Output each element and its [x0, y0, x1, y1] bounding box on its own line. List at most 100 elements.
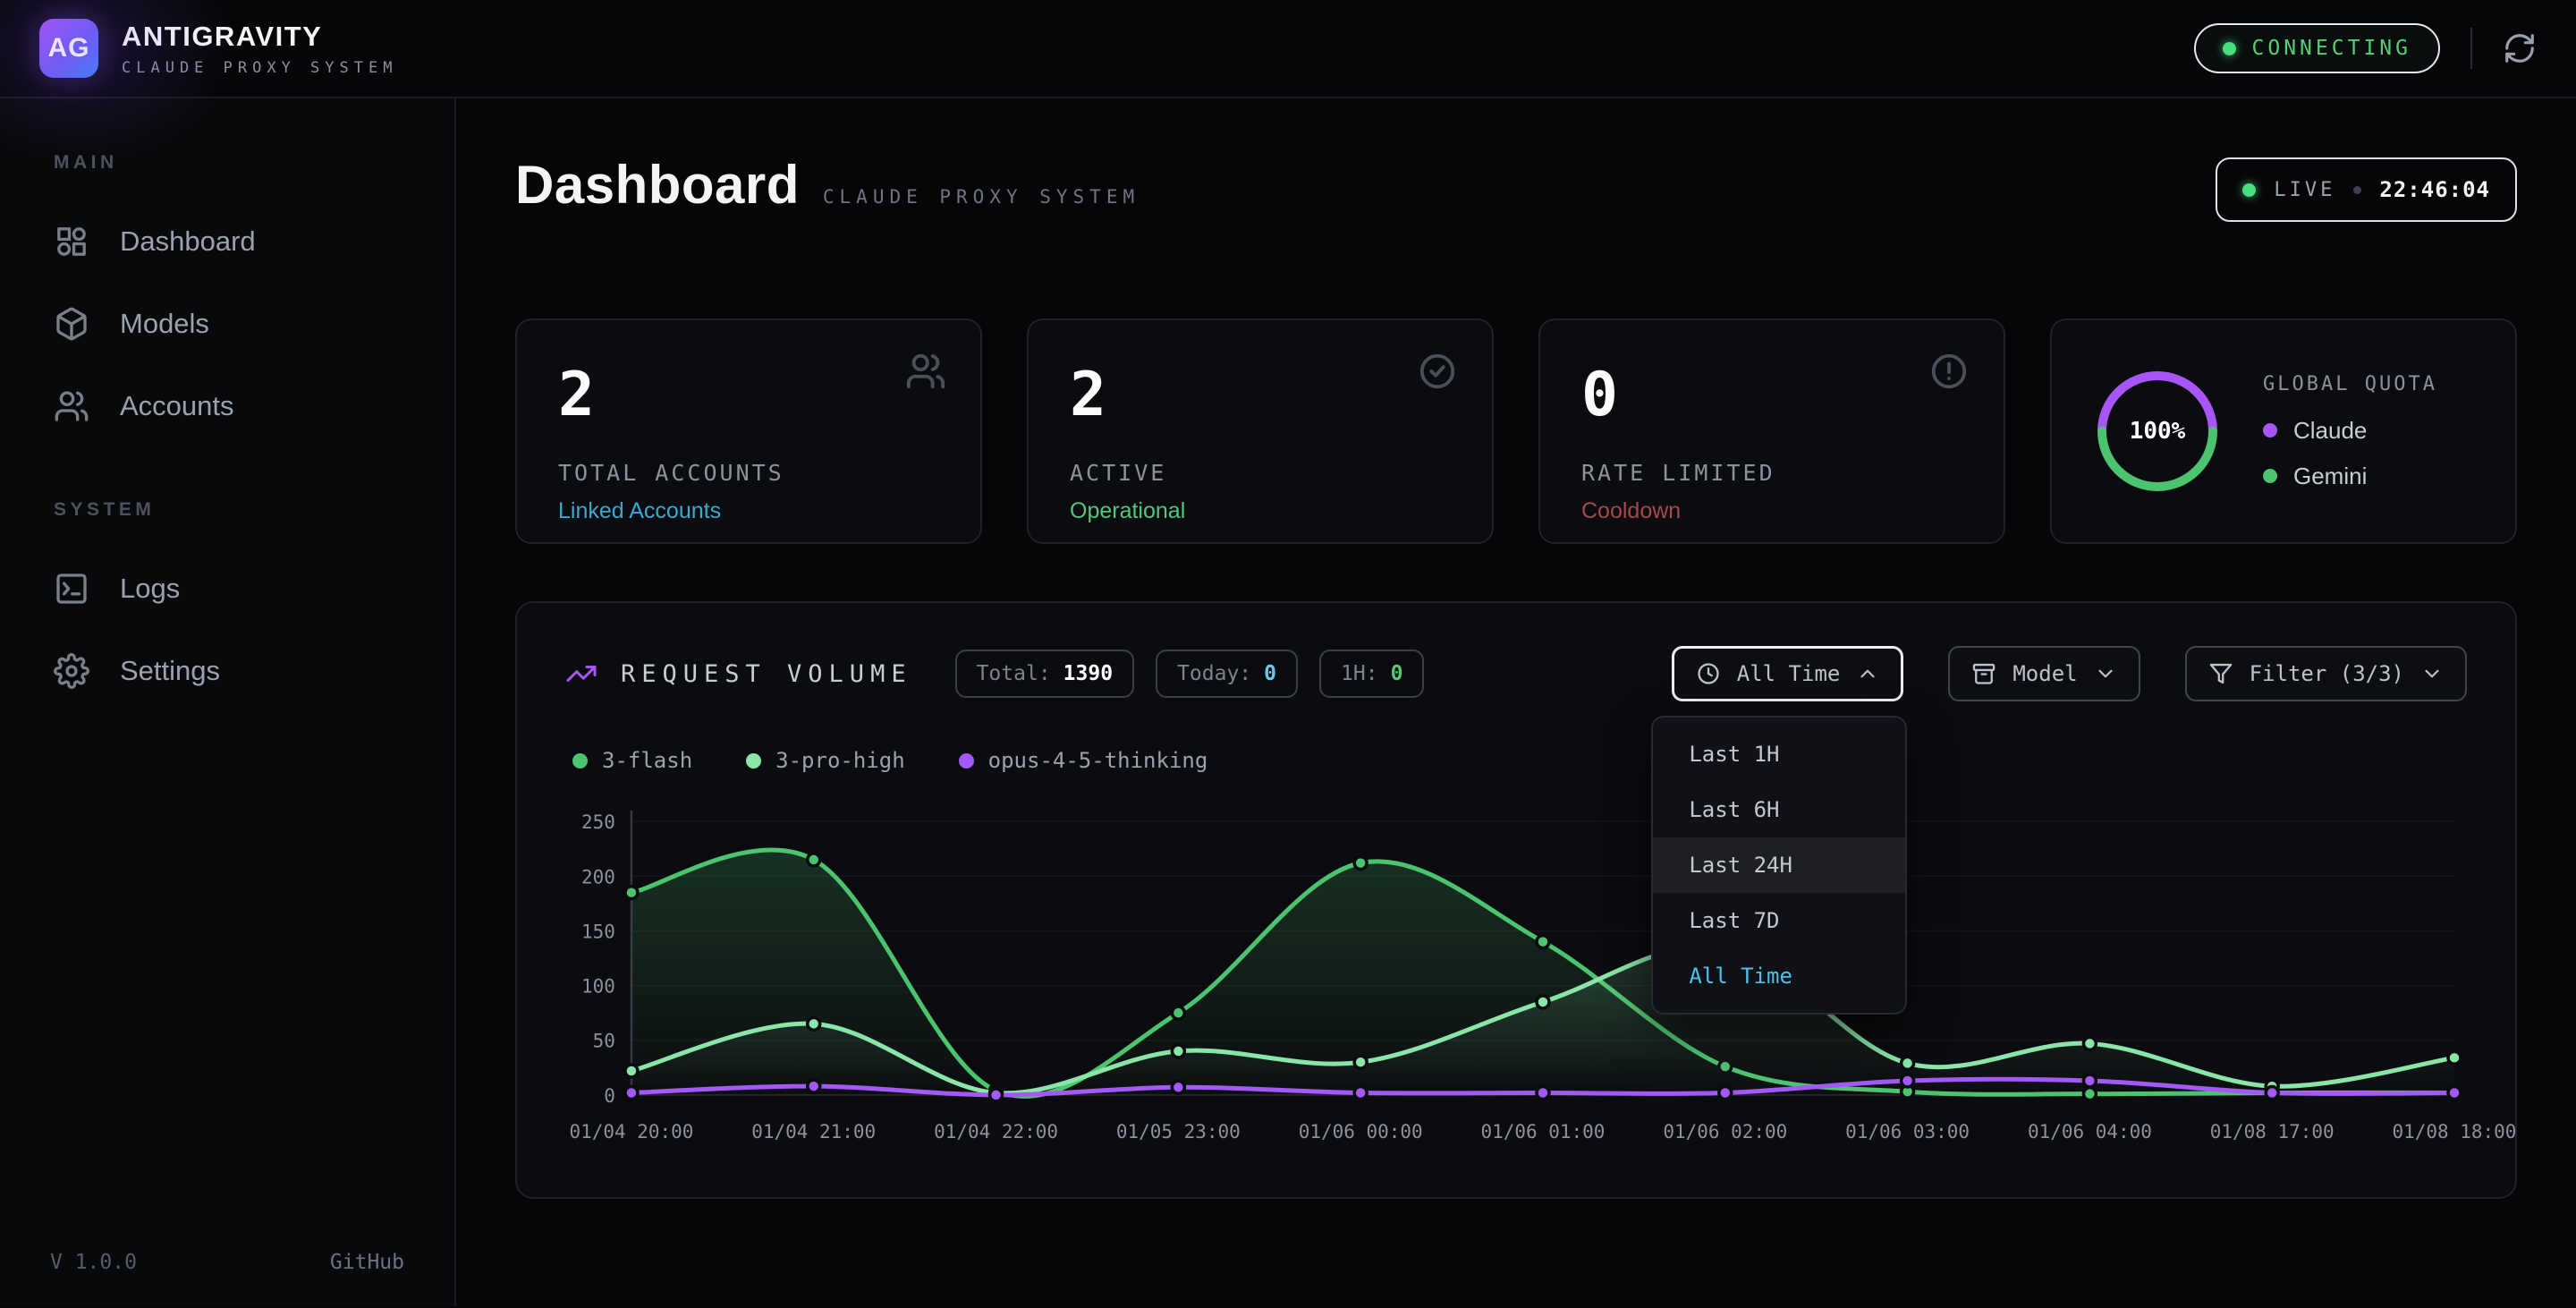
sidebar-section-label: MAIN [0, 152, 454, 174]
connection-status-text: CONNECTING [2252, 37, 2411, 60]
stat-sub-label: Operational [1070, 498, 1451, 524]
sidebar-item-label: Settings [120, 655, 220, 687]
svg-text:01/05 23:00: 01/05 23:00 [1116, 1121, 1241, 1142]
legend-item: 3-pro-high [746, 748, 905, 773]
legend-series-name: 3-pro-high [775, 748, 905, 773]
menu-item-last-24h[interactable]: Last 24H [1653, 837, 1905, 893]
live-status-badge: LIVE 22:46:04 [2216, 157, 2517, 222]
users-icon [54, 388, 89, 424]
sidebar-item-label: Accounts [120, 390, 234, 422]
chart-title-text: REQUEST VOLUME [621, 660, 912, 688]
gear-icon [54, 653, 89, 689]
stat-value: 2 [558, 365, 939, 426]
quota-label: GLOBAL QUOTA [2263, 373, 2437, 395]
chevron-down-icon [2094, 662, 2117, 685]
model-filter-button[interactable]: Model [1948, 646, 2140, 701]
quota-provider-name: Claude [2293, 417, 2367, 445]
sidebar-item-accounts[interactable]: Accounts [0, 365, 454, 447]
sidebar-footer: V 1.0.0 GitHub [0, 1251, 454, 1274]
sidebar-item-label: Dashboard [120, 225, 256, 258]
app-title: ANTIGRAVITY [122, 21, 397, 53]
chevron-up-icon [1856, 662, 1879, 685]
sidebar-item-label: Logs [120, 573, 180, 605]
filter-button[interactable]: Filter (3/3) [2185, 646, 2467, 701]
live-clock: 22:46:04 [2379, 177, 2490, 202]
funnel-icon [2208, 661, 2233, 686]
sidebar-item-logs[interactable]: Logs [0, 548, 454, 630]
chart-panel-header: REQUEST VOLUME Total: 1390 Today: 0 1H: … [565, 646, 2467, 701]
badge-label: Today: [1177, 662, 1251, 685]
time-range-label: All Time [1737, 661, 1841, 686]
sidebar-item-settings[interactable]: Settings [0, 630, 454, 712]
svg-text:01/04 21:00: 01/04 21:00 [751, 1121, 876, 1142]
top-header: AG ANTIGRAVITY CLAUDE PROXY SYSTEM CONNE… [0, 0, 2576, 98]
chart-legend: 3-flash 3-pro-high opus-4-5-thinking [572, 748, 2467, 773]
connection-status-badge[interactable]: CONNECTING [2194, 23, 2440, 73]
grid-icon [54, 224, 89, 259]
app-root: AG ANTIGRAVITY CLAUDE PROXY SYSTEM CONNE… [0, 0, 2576, 1308]
app-subtitle: CLAUDE PROXY SYSTEM [122, 59, 397, 77]
global-quota-card: 100% GLOBAL QUOTA Claude Gemini [2050, 319, 2517, 544]
github-link[interactable]: GitHub [330, 1251, 404, 1274]
page-title: Dashboard [515, 154, 800, 216]
users-icon [905, 351, 946, 392]
menu-item-last-7d[interactable]: Last 7D [1653, 893, 1905, 948]
volume-badge: 1H: 0 [1319, 650, 1424, 698]
request-volume-panel: REQUEST VOLUME Total: 1390 Today: 0 1H: … [515, 601, 2517, 1199]
stat-label: RATE LIMITED [1581, 460, 1962, 486]
badge-value: 0 [1264, 662, 1276, 685]
svg-text:250: 250 [581, 811, 615, 833]
svg-text:50: 50 [593, 1031, 615, 1052]
title-group: Dashboard CLAUDE PROXY SYSTEM [515, 154, 1140, 216]
refresh-icon [2503, 31, 2537, 65]
menu-item-last-1h[interactable]: Last 1H [1653, 726, 1905, 782]
svg-text:01/06 01:00: 01/06 01:00 [1481, 1121, 1606, 1142]
time-range-button[interactable]: All Time [1672, 646, 1904, 701]
box-icon [54, 306, 89, 342]
svg-text:0: 0 [604, 1085, 615, 1107]
stat-sub-label: Cooldown [1581, 498, 1962, 524]
sidebar-item-dashboard[interactable]: Dashboard [0, 200, 454, 283]
stats-row: 2 TOTAL ACCOUNTS Linked Accounts 2 ACTIV… [515, 319, 2517, 544]
stat-label: ACTIVE [1070, 460, 1451, 486]
stat-sub-label: Linked Accounts [558, 498, 939, 524]
svg-text:01/06 00:00: 01/06 00:00 [1299, 1121, 1423, 1142]
svg-text:01/08 17:00: 01/08 17:00 [2210, 1121, 2334, 1142]
sidebar-item-label: Models [120, 308, 209, 340]
stat-card: 2 TOTAL ACCOUNTS Linked Accounts [515, 319, 982, 544]
main-content: Dashboard CLAUDE PROXY SYSTEM LIVE 22:46… [456, 98, 2576, 1306]
quota-legend-item: Claude [2263, 417, 2437, 445]
logo-text: AG [48, 33, 90, 64]
svg-text:01/08 18:00: 01/08 18:00 [2393, 1121, 2517, 1142]
chart-controls: All Time Last 1H Last 6H Last 24H Last 7… [1672, 646, 2467, 701]
svg-text:200: 200 [581, 866, 615, 888]
svg-text:100: 100 [581, 976, 615, 998]
app-logo: AG [39, 19, 98, 78]
legend-dot-icon [746, 753, 761, 769]
stat-value: 0 [1581, 365, 1962, 426]
badge-label: 1H: [1341, 662, 1378, 685]
menu-item-all-time[interactable]: All Time [1653, 948, 1905, 1004]
page-header: Dashboard CLAUDE PROXY SYSTEM LIVE 22:46… [515, 154, 2517, 222]
badge-label: Total: [977, 662, 1051, 685]
svg-text:01/04 22:00: 01/04 22:00 [934, 1121, 1058, 1142]
svg-text:01/06 04:00: 01/06 04:00 [2028, 1121, 2152, 1142]
status-dot-icon [2223, 42, 2236, 55]
svg-text:150: 150 [581, 921, 615, 942]
menu-item-last-6h[interactable]: Last 6H [1653, 782, 1905, 837]
svg-text:01/06 03:00: 01/06 03:00 [1845, 1121, 1970, 1142]
legend-series-name: 3-flash [602, 748, 692, 773]
badge-value: 0 [1391, 662, 1403, 685]
volume-badge: Today: 0 [1156, 650, 1298, 698]
sidebar-item-models[interactable]: Models [0, 283, 454, 365]
legend-dot-icon [2263, 423, 2277, 437]
model-button-label: Model [2012, 661, 2077, 686]
stat-card: 2 ACTIVE Operational [1027, 319, 1494, 544]
quota-percent: 100% [2088, 361, 2227, 501]
quota-provider-name: Gemini [2293, 463, 2367, 490]
sidebar-section-label: SYSTEM [0, 499, 454, 521]
clock-icon [1696, 661, 1721, 686]
quota-legend: GLOBAL QUOTA Claude Gemini [2263, 373, 2437, 490]
legend-series-name: opus-4-5-thinking [988, 748, 1208, 773]
refresh-button[interactable] [2503, 31, 2537, 65]
